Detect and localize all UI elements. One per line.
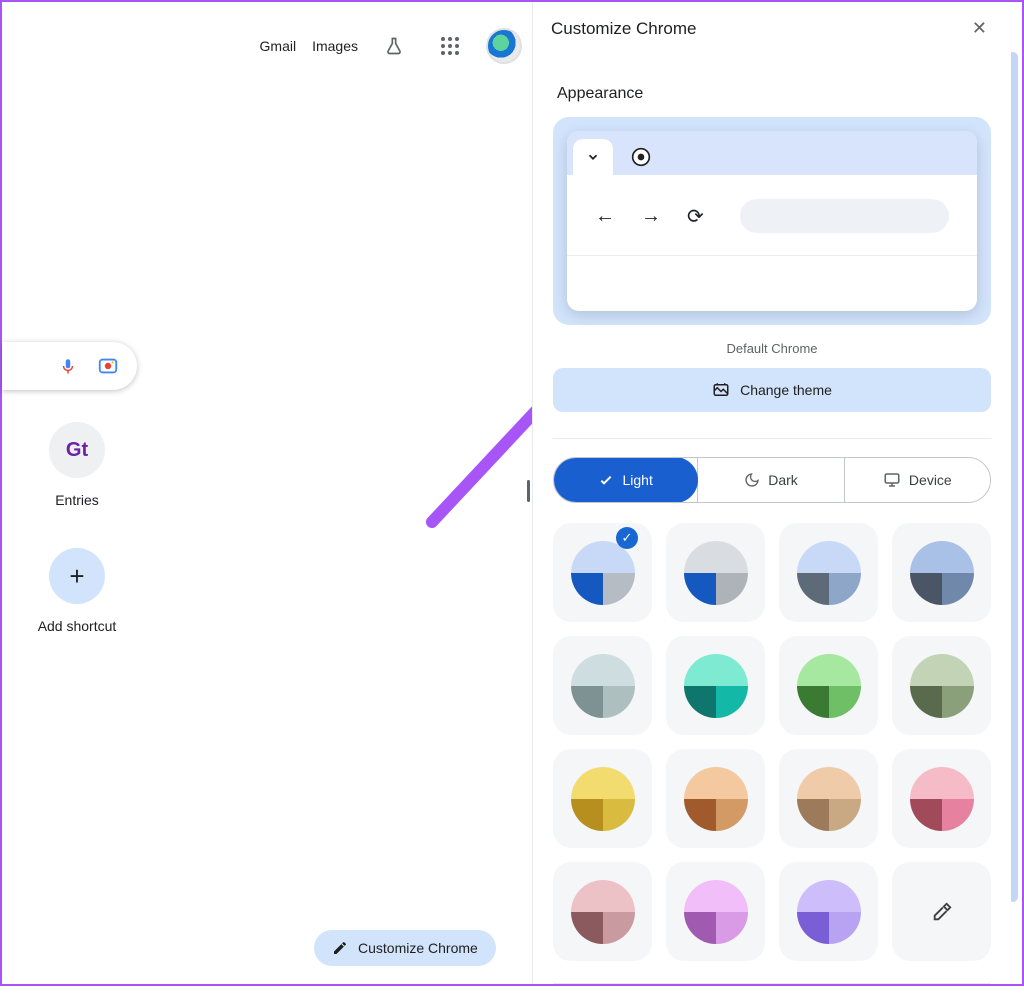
reload-icon: ⟳ — [687, 204, 704, 229]
color-swatch-12[interactable] — [553, 862, 652, 961]
color-swatch-0[interactable]: ✓ — [553, 523, 652, 622]
color-swatch-3[interactable] — [892, 523, 991, 622]
eyedropper-button[interactable] — [892, 862, 991, 961]
preview-omnibox — [740, 199, 949, 233]
voice-search-icon[interactable] — [59, 355, 77, 377]
check-icon: ✓ — [616, 527, 638, 549]
theme-preview-card: ← → ⟳ — [553, 117, 991, 325]
color-swatch-10[interactable] — [779, 749, 878, 848]
customize-chrome-button[interactable]: Customize Chrome — [314, 930, 496, 966]
lens-icon[interactable] — [97, 355, 119, 377]
gmail-link[interactable]: Gmail — [260, 38, 297, 54]
color-swatch-14[interactable] — [779, 862, 878, 961]
new-tab-page: Gmail Images Gt Entries + Add shortcut C… — [2, 2, 532, 984]
forward-arrow-icon: → — [641, 205, 661, 228]
back-arrow-icon: ← — [595, 205, 615, 228]
current-theme-label: Default Chrome — [553, 341, 991, 356]
shortcut-label: Add shortcut — [38, 618, 117, 634]
divider — [553, 983, 991, 984]
plus-icon: + — [49, 548, 105, 604]
shortcuts: Gt Entries + Add shortcut — [22, 422, 132, 634]
pencil-icon — [332, 940, 348, 956]
change-theme-label: Change theme — [740, 382, 832, 398]
mode-dark-label: Dark — [768, 472, 798, 488]
appearance-heading: Appearance — [557, 85, 991, 103]
chrome-icon — [627, 143, 655, 171]
panel-header: Customize Chrome ✕ — [533, 2, 1011, 55]
add-shortcut-button[interactable]: + Add shortcut — [22, 548, 132, 634]
color-swatch-grid: ✓ — [553, 523, 991, 961]
change-theme-button[interactable]: Change theme — [553, 368, 991, 412]
color-swatch-1[interactable] — [666, 523, 765, 622]
color-swatch-5[interactable] — [666, 636, 765, 735]
color-swatch-7[interactable] — [892, 636, 991, 735]
shortcut-label: Entries — [55, 492, 99, 508]
color-swatch-13[interactable] — [666, 862, 765, 961]
search-box[interactable] — [2, 342, 137, 390]
shortcut-entries[interactable]: Gt Entries — [22, 422, 132, 508]
labs-icon[interactable] — [374, 26, 414, 66]
theme-preview-window: ← → ⟳ — [567, 131, 977, 311]
theme-icon — [712, 381, 730, 399]
mode-light-button[interactable]: Light — [553, 457, 698, 503]
chevron-down-icon — [573, 139, 613, 175]
top-nav: Gmail Images — [260, 26, 522, 66]
customize-panel: Customize Chrome ✕ Appearance ← — [533, 2, 1011, 984]
mode-light-label: Light — [622, 472, 652, 488]
mode-device-button[interactable]: Device — [844, 458, 990, 502]
profile-avatar[interactable] — [486, 28, 522, 64]
color-swatch-2[interactable] — [779, 523, 878, 622]
color-swatch-6[interactable] — [779, 636, 878, 735]
customize-panel-wrap: Customize Chrome ✕ Appearance ← — [532, 2, 1022, 984]
panel-title: Customize Chrome — [551, 19, 697, 39]
moon-icon — [744, 472, 760, 488]
color-swatch-8[interactable] — [553, 749, 652, 848]
shortcut-icon: Gt — [49, 422, 105, 478]
images-link[interactable]: Images — [312, 38, 358, 54]
color-swatch-11[interactable] — [892, 749, 991, 848]
apps-grid-icon[interactable] — [430, 26, 470, 66]
divider — [553, 438, 991, 439]
check-icon — [598, 472, 614, 488]
device-icon — [883, 471, 901, 489]
mode-dark-button[interactable]: Dark — [697, 458, 843, 502]
color-swatch-9[interactable] — [666, 749, 765, 848]
color-mode-segmented: Light Dark Device — [553, 457, 991, 503]
mode-device-label: Device — [909, 472, 952, 488]
customize-chrome-label: Customize Chrome — [358, 940, 478, 956]
close-icon[interactable]: ✕ — [966, 12, 993, 45]
color-swatch-4[interactable] — [553, 636, 652, 735]
